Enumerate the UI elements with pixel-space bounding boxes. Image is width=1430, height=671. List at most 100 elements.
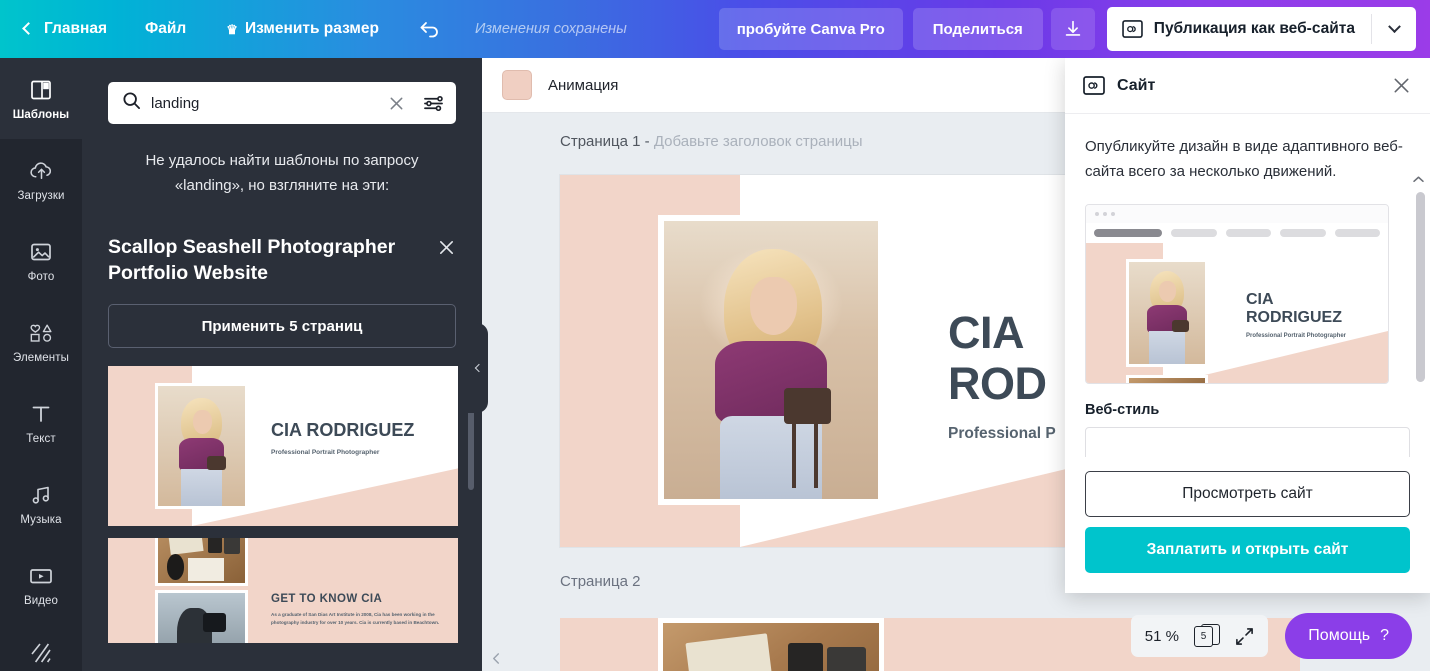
thumbnail2-body: As a graduate of San Dias Art Institute … <box>271 612 440 625</box>
page2-photo-frame[interactable] <box>658 618 884 671</box>
crown-icon: ♛ <box>226 21 238 37</box>
publish-label-wrap: Публикация как веб-сайта <box>1107 7 1371 51</box>
filter-button[interactable] <box>419 94 444 113</box>
publish-panel-footer: Просмотреть сайт Заплатить и открыть сай… <box>1065 457 1430 593</box>
sidebar-item-templates[interactable]: Шаблоны <box>0 58 82 139</box>
top-toolbar-actions: пробуйте Canva Pro Поделиться Публикация… <box>718 0 1430 58</box>
sidebar-item-background[interactable] <box>0 625 82 671</box>
share-button[interactable]: Поделиться <box>912 8 1043 50</box>
page-1-title-placeholder[interactable]: Добавьте заголовок страницы <box>654 133 863 150</box>
preview-hero: CIA RODRIGUEZ Professional Portrait Phot… <box>1086 243 1388 383</box>
search-area <box>82 58 482 124</box>
preview-text-block: CIA RODRIGUEZ Professional Portrait Phot… <box>1246 291 1346 339</box>
website-icon <box>1122 20 1143 38</box>
template-thumbnail-2[interactable]: GET TO KNOW CIA As a graduate of San Dia… <box>108 538 458 643</box>
page1-photo-frame[interactable] <box>658 215 884 505</box>
website-icon <box>1083 76 1105 95</box>
publish-panel-scrollbar[interactable] <box>1416 192 1425 382</box>
apply-pages-label: Применить 5 страниц <box>201 317 363 335</box>
preview-browser-bar <box>1086 205 1388 223</box>
canvas-scroll-left-button[interactable] <box>482 645 510 671</box>
search-box[interactable] <box>108 82 456 124</box>
sidebar-label-elements: Элементы <box>13 352 69 364</box>
templates-icon <box>29 76 53 103</box>
try-canva-pro-label: пробуйте Canva Pro <box>736 20 885 38</box>
video-icon <box>28 562 54 589</box>
page-color-swatch[interactable] <box>502 70 532 100</box>
canva-editor: Главная Файл ♛ Изменить размер Изменения… <box>0 0 1430 671</box>
preview-name-line1: CIA <box>1246 291 1274 308</box>
elements-icon <box>28 319 54 346</box>
sidebar-label-templates: Шаблоны <box>12 109 70 121</box>
collapse-panel-button[interactable] <box>466 323 488 413</box>
sidebar-label-photos: Фото <box>27 271 55 283</box>
sidebar-item-uploads[interactable]: Загрузки <box>0 139 82 220</box>
animation-label: Анимация <box>548 76 619 94</box>
background-icon <box>28 640 54 667</box>
template-suggestion-header: Scallop Seashell Photographer Portfolio … <box>82 198 482 286</box>
page-count-value: 5 <box>1200 631 1207 642</box>
sidebar-item-text[interactable]: Текст <box>0 382 82 463</box>
sidebar-item-video[interactable]: Видео <box>0 544 82 625</box>
zoom-level[interactable]: 51 % <box>1145 628 1179 645</box>
chevron-up-icon <box>1413 176 1424 183</box>
expand-icon <box>1236 627 1253 645</box>
resize-label: Изменить размер <box>244 20 379 37</box>
preview-name-line2: RODRIGUEZ <box>1246 309 1342 326</box>
undo-button[interactable] <box>407 0 453 58</box>
filter-sliders-icon <box>424 95 443 111</box>
publish-as-website-button[interactable]: Публикация как веб-сайта <box>1106 7 1416 51</box>
website-preview[interactable]: CIA RODRIGUEZ Professional Portrait Phot… <box>1085 204 1389 384</box>
template-thumbnail-list: CIA RODRIGUEZ Professional Portrait Phot… <box>108 366 458 643</box>
page1-text-block[interactable]: CIA ROD Professional P <box>948 307 1056 443</box>
no-results-message: Не удалось найти шаблоны по запросу «lan… <box>145 152 419 194</box>
pages-icon: 5 <box>1194 626 1213 647</box>
sidebar-item-music[interactable]: Музыка <box>0 463 82 544</box>
apply-pages-button[interactable]: Применить 5 страниц <box>108 304 456 348</box>
close-icon <box>390 97 403 109</box>
expand-button[interactable] <box>1235 627 1254 646</box>
clear-search-button[interactable] <box>384 95 409 112</box>
search-input[interactable] <box>151 94 374 112</box>
upload-cloud-icon <box>29 157 54 184</box>
resize-button[interactable]: ♛ Изменить размер <box>206 0 399 58</box>
try-canva-pro-button[interactable]: пробуйте Canva Pro <box>718 8 903 50</box>
download-button[interactable] <box>1050 8 1095 50</box>
zoom-controls: 51 % 5 <box>1130 615 1268 657</box>
file-label: Файл <box>145 20 187 37</box>
home-button[interactable]: Главная <box>0 0 125 58</box>
page2-photo <box>663 623 879 671</box>
chevron-left-icon <box>22 22 35 35</box>
close-icon <box>439 240 454 255</box>
save-status: Изменения сохранены <box>474 21 627 37</box>
preview-website-label: Просмотреть сайт <box>1182 485 1313 502</box>
download-icon <box>1065 20 1081 36</box>
publish-panel-header: Сайт <box>1065 58 1430 114</box>
preview-nav-bar <box>1086 223 1388 243</box>
page-1-number: Страница 1 - <box>560 133 654 150</box>
publish-dropdown-button[interactable] <box>1372 7 1416 51</box>
sidebar-item-elements[interactable]: Элементы <box>0 301 82 382</box>
preview-subtitle: Professional Portrait Photographer <box>1246 333 1347 339</box>
chevron-left-icon <box>492 652 499 664</box>
help-label: Помощь <box>1308 627 1371 644</box>
close-template-suggestion-button[interactable] <box>437 238 456 262</box>
template-title: Scallop Seashell Photographer Portfolio … <box>108 236 396 284</box>
text-icon <box>29 400 53 427</box>
thumbnail-subtitle: Professional Portrait Photographer <box>271 449 380 456</box>
sidebar-item-photos[interactable]: Фото <box>0 220 82 301</box>
close-publish-panel-button[interactable] <box>1391 75 1412 96</box>
share-label: Поделиться <box>932 20 1023 38</box>
templates-panel: Не удалось найти шаблоны по запросу «lan… <box>82 58 482 671</box>
help-button[interactable]: Помощь ? <box>1285 613 1412 659</box>
scroll-up-button[interactable] <box>1411 172 1426 187</box>
web-style-label: Веб-стиль <box>1085 402 1160 418</box>
pay-and-publish-label: Заплатить и открыть сайт <box>1146 541 1349 558</box>
web-style-select[interactable] <box>1085 427 1410 457</box>
preview-website-button[interactable]: Просмотреть сайт <box>1085 471 1410 517</box>
animation-button[interactable]: Анимация <box>548 77 618 94</box>
pay-and-publish-button[interactable]: Заплатить и открыть сайт <box>1085 527 1410 573</box>
template-thumbnail-1[interactable]: CIA RODRIGUEZ Professional Portrait Phot… <box>108 366 458 526</box>
page-count-button[interactable]: 5 <box>1194 624 1220 648</box>
file-menu-button[interactable]: Файл <box>125 0 206 58</box>
